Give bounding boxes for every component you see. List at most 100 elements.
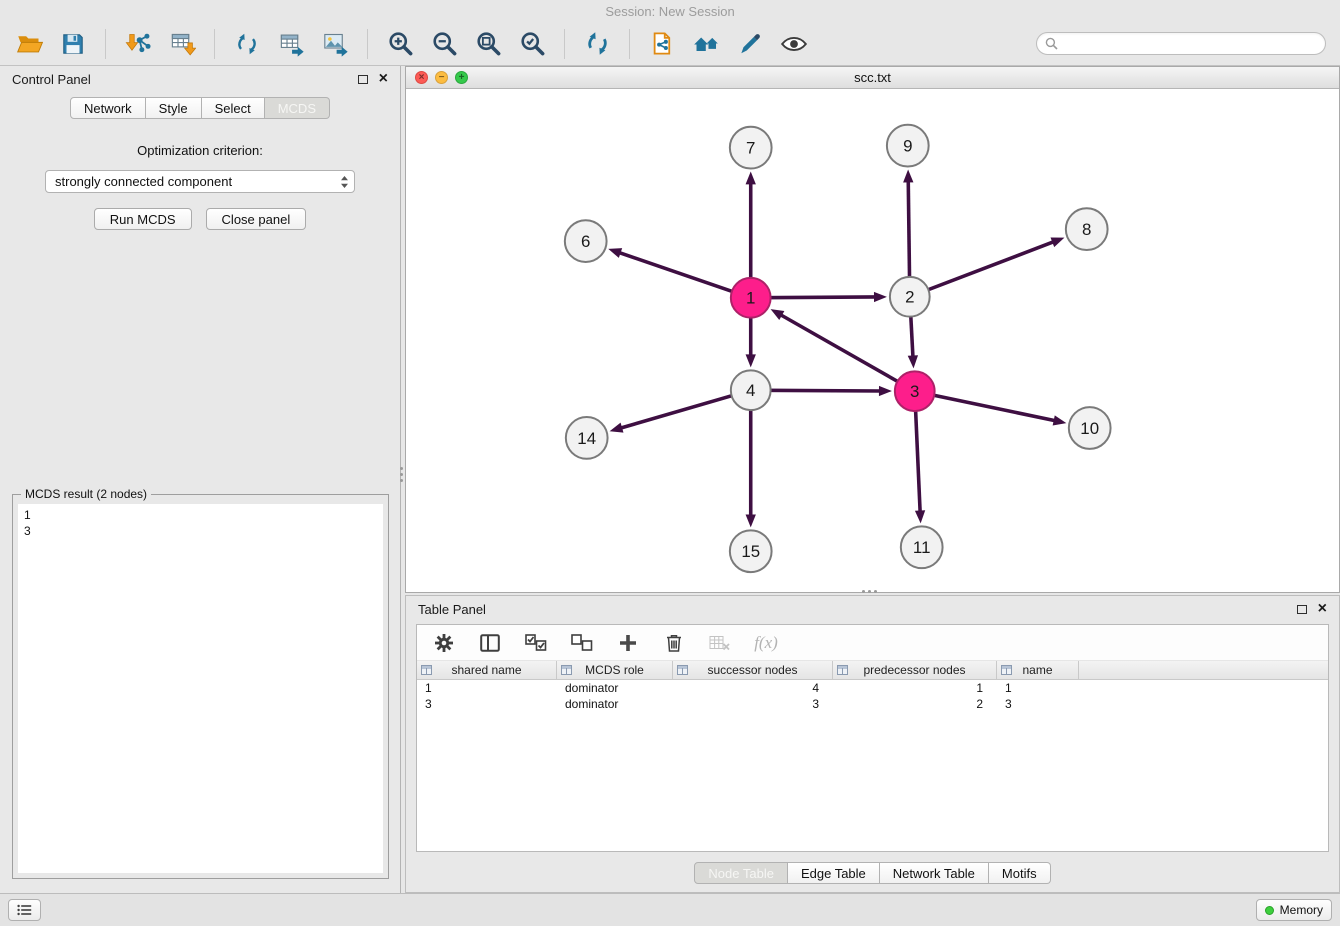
horizontal-splitter-grip[interactable] <box>855 588 883 595</box>
optimization-criterion-value: strongly connected component <box>55 174 340 189</box>
graph-edge-arrow <box>771 309 785 320</box>
network-view-window: ×−+ scc.txt 7968124314101511 <box>405 66 1340 593</box>
trash-icon <box>665 633 683 653</box>
table-body: 1dominator4113dominator323 <box>417 680 1328 712</box>
show-columns-button[interactable] <box>477 630 503 656</box>
import-network-icon <box>125 30 152 57</box>
float-panel-icon[interactable] <box>358 75 368 84</box>
graph-edge-3-1[interactable] <box>779 314 915 391</box>
style-brush-icon <box>737 31 763 57</box>
graph-edge-arrow <box>915 510 925 523</box>
table-row[interactable]: 3dominator323 <box>417 696 1328 712</box>
tab-motifs[interactable]: Motifs <box>989 862 1051 884</box>
column-header-shared-name[interactable]: shared name <box>417 661 557 679</box>
network-canvas[interactable]: 7968124314101511 <box>406 90 1339 592</box>
table-panel-header: Table Panel × <box>406 596 1339 622</box>
eye-icon <box>780 31 808 57</box>
graph-edge-arrow <box>610 423 624 433</box>
zoom-selected-button[interactable] <box>517 28 547 60</box>
tab-select[interactable]: Select <box>202 97 265 119</box>
graph-svg[interactable]: 7968124314101511 <box>406 90 1339 592</box>
refresh-network-button[interactable] <box>582 28 612 60</box>
network-view-titlebar[interactable]: ×−+ scc.txt <box>406 67 1339 89</box>
graph-edge-arrow <box>874 292 887 302</box>
tab-edge-table[interactable]: Edge Table <box>788 862 880 884</box>
toolbar-divider <box>214 29 215 59</box>
toolbar-divider <box>629 29 630 59</box>
deselect-all-button[interactable] <box>569 630 595 656</box>
window-titlebar[interactable]: Session: New Session <box>0 0 1340 22</box>
optimization-criterion-select[interactable]: strongly connected component <box>45 170 355 193</box>
show-graphics-details-button[interactable] <box>779 28 809 60</box>
close-panel-button[interactable]: Close panel <box>206 208 307 230</box>
column-header-successor-nodes[interactable]: successor nodes <box>673 661 833 679</box>
function-builder-button[interactable]: f(x) <box>753 630 779 656</box>
toolbar-divider <box>367 29 368 59</box>
export-image-icon <box>322 30 349 57</box>
table-cell: 3 <box>673 696 833 712</box>
graph-edge-arrow <box>746 514 756 527</box>
column-header-name[interactable]: name <box>997 661 1079 679</box>
tab-style[interactable]: Style <box>146 97 202 119</box>
open-session-button[interactable] <box>14 28 44 60</box>
import-table-button[interactable] <box>167 28 197 60</box>
toolbar-divider <box>564 29 565 59</box>
traffic-light-zoom[interactable]: + <box>455 71 468 84</box>
graph-node-label: 4 <box>746 381 755 400</box>
graph-node-label: 6 <box>581 232 590 251</box>
panel-menu-button[interactable] <box>8 899 41 921</box>
column-header-predecessor-nodes[interactable]: predecessor nodes <box>833 661 997 679</box>
style-brush-button[interactable] <box>735 28 765 60</box>
tab-network[interactable]: Network <box>70 97 146 119</box>
table-cell: dominator <box>557 680 673 696</box>
graph-node-label: 14 <box>577 429 596 448</box>
zoom-in-button[interactable] <box>385 28 415 60</box>
add-column-button[interactable] <box>615 630 641 656</box>
clone-network-button[interactable] <box>647 28 677 60</box>
search-input[interactable] <box>1063 35 1317 52</box>
import-network-button[interactable] <box>123 28 153 60</box>
vertical-splitter-grip[interactable] <box>398 460 405 488</box>
home-button[interactable] <box>691 28 721 60</box>
mcds-result-title: MCDS result (2 nodes) <box>21 487 151 501</box>
mcds-result-list[interactable]: 13 <box>18 504 383 873</box>
traffic-light-close[interactable]: × <box>415 71 428 84</box>
export-network-button[interactable] <box>232 28 262 60</box>
refresh-icon <box>584 30 611 57</box>
tab-node-table[interactable]: Node Table <box>694 862 788 884</box>
float-table-panel-icon[interactable] <box>1297 605 1307 614</box>
document-network-icon <box>649 30 676 57</box>
delete-column-button[interactable] <box>661 630 687 656</box>
select-stepper-icon <box>340 175 349 189</box>
column-header-MCDS-role[interactable]: MCDS role <box>557 661 673 679</box>
memory-button[interactable]: Memory <box>1256 899 1332 921</box>
zoom-out-button[interactable] <box>429 28 459 60</box>
column-type-icon <box>421 665 432 675</box>
tab-network-table[interactable]: Network Table <box>880 862 989 884</box>
export-image-button[interactable] <box>320 28 350 60</box>
close-panel-icon[interactable]: × <box>379 71 388 87</box>
graph-edge-2-8[interactable] <box>910 241 1055 297</box>
run-mcds-button[interactable]: Run MCDS <box>94 208 192 230</box>
traffic-light-minimize[interactable]: − <box>435 71 448 84</box>
table-cell: 1 <box>417 680 557 696</box>
table-row[interactable]: 1dominator411 <box>417 680 1328 696</box>
table-settings-button[interactable] <box>431 630 457 656</box>
search-box[interactable] <box>1036 32 1326 55</box>
tab-mcds[interactable]: MCDS <box>265 97 330 119</box>
table-cell: 4 <box>673 680 833 696</box>
main-toolbar <box>0 22 1340 66</box>
select-all-button[interactable] <box>523 630 549 656</box>
column-header-label: MCDS role <box>585 663 644 677</box>
control-panel: Control Panel × NetworkStyleSelectMCDS O… <box>0 66 401 893</box>
table-cell: 1 <box>997 680 1079 696</box>
graph-edge-1-6[interactable] <box>618 252 751 298</box>
graph-edge-3-10[interactable] <box>915 391 1057 421</box>
save-session-button[interactable] <box>58 28 88 60</box>
delete-table-button[interactable] <box>707 630 733 656</box>
zoom-in-icon <box>387 30 414 57</box>
graph-node-label: 1 <box>746 289 755 308</box>
export-table-button[interactable] <box>276 28 306 60</box>
close-table-panel-icon[interactable]: × <box>1318 601 1327 617</box>
zoom-fit-button[interactable] <box>473 28 503 60</box>
